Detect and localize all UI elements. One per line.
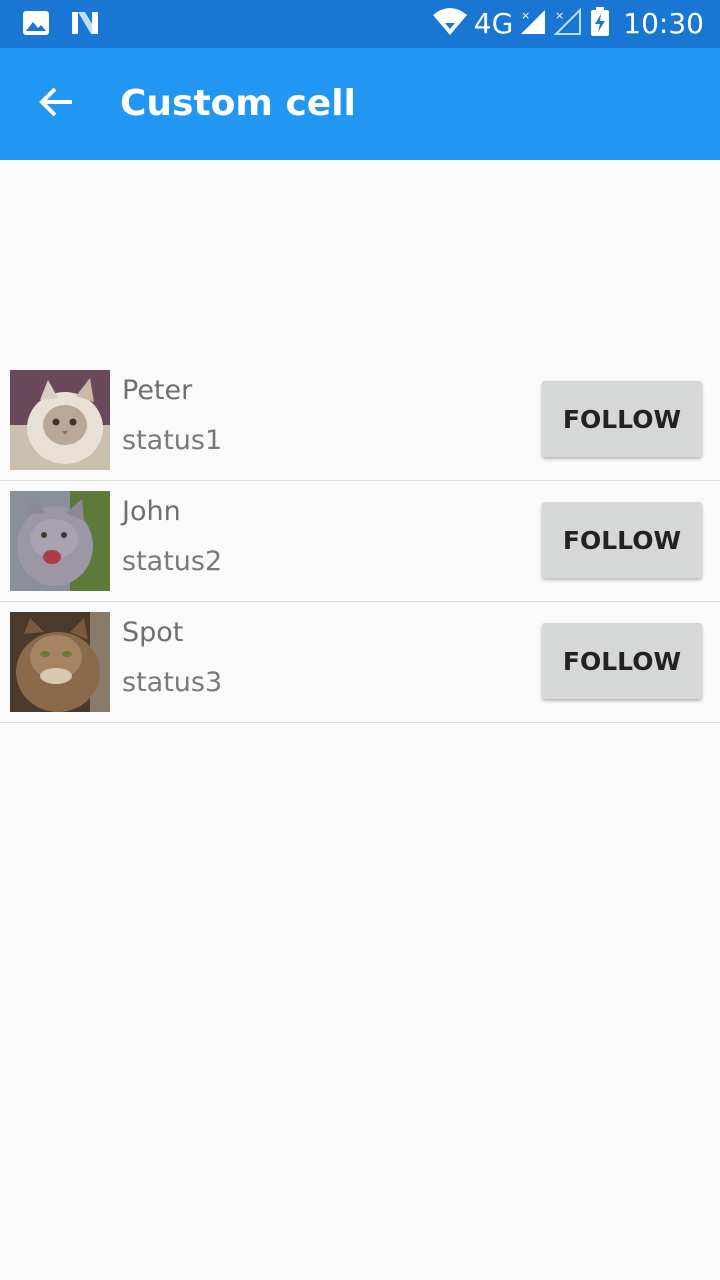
contact-status: status3 xyxy=(122,667,223,698)
contact-name: John xyxy=(122,496,181,527)
app-bar: Custom cell xyxy=(0,48,720,160)
follow-button[interactable]: FOLLOW xyxy=(542,502,702,578)
svg-text:×: × xyxy=(555,9,564,22)
wifi-icon xyxy=(432,7,468,41)
avatar xyxy=(10,491,110,591)
contact-name: Peter xyxy=(122,375,193,406)
list-item[interactable]: Peter status1 FOLLOW xyxy=(0,360,720,481)
avatar xyxy=(10,612,110,712)
list-item[interactable]: John status2 FOLLOW xyxy=(0,481,720,602)
back-button[interactable] xyxy=(28,76,84,132)
contact-status: status1 xyxy=(122,425,223,456)
arrow-back-icon xyxy=(38,86,74,122)
svg-text:×: × xyxy=(521,9,530,22)
n-notification-icon xyxy=(70,10,100,40)
clock: 10:30 xyxy=(623,7,704,40)
network-type: 4G xyxy=(473,7,514,40)
contact-status: status2 xyxy=(122,546,223,577)
follow-button[interactable]: FOLLOW xyxy=(542,623,702,699)
battery-charging-icon xyxy=(589,7,611,41)
avatar xyxy=(10,370,110,470)
contact-list: Peter status1 FOLLOW John status2 FOLLOW xyxy=(0,360,720,723)
gallery-notification-icon xyxy=(22,10,50,40)
signal-icon: × xyxy=(519,8,547,40)
contact-name: Spot xyxy=(122,617,184,648)
list-item[interactable]: Spot status3 FOLLOW xyxy=(0,602,720,723)
page-title: Custom cell xyxy=(120,83,356,124)
status-bar: 4G × × 10:30 xyxy=(0,0,720,48)
follow-button[interactable]: FOLLOW xyxy=(542,381,702,457)
signal-2-icon: × xyxy=(553,7,583,40)
